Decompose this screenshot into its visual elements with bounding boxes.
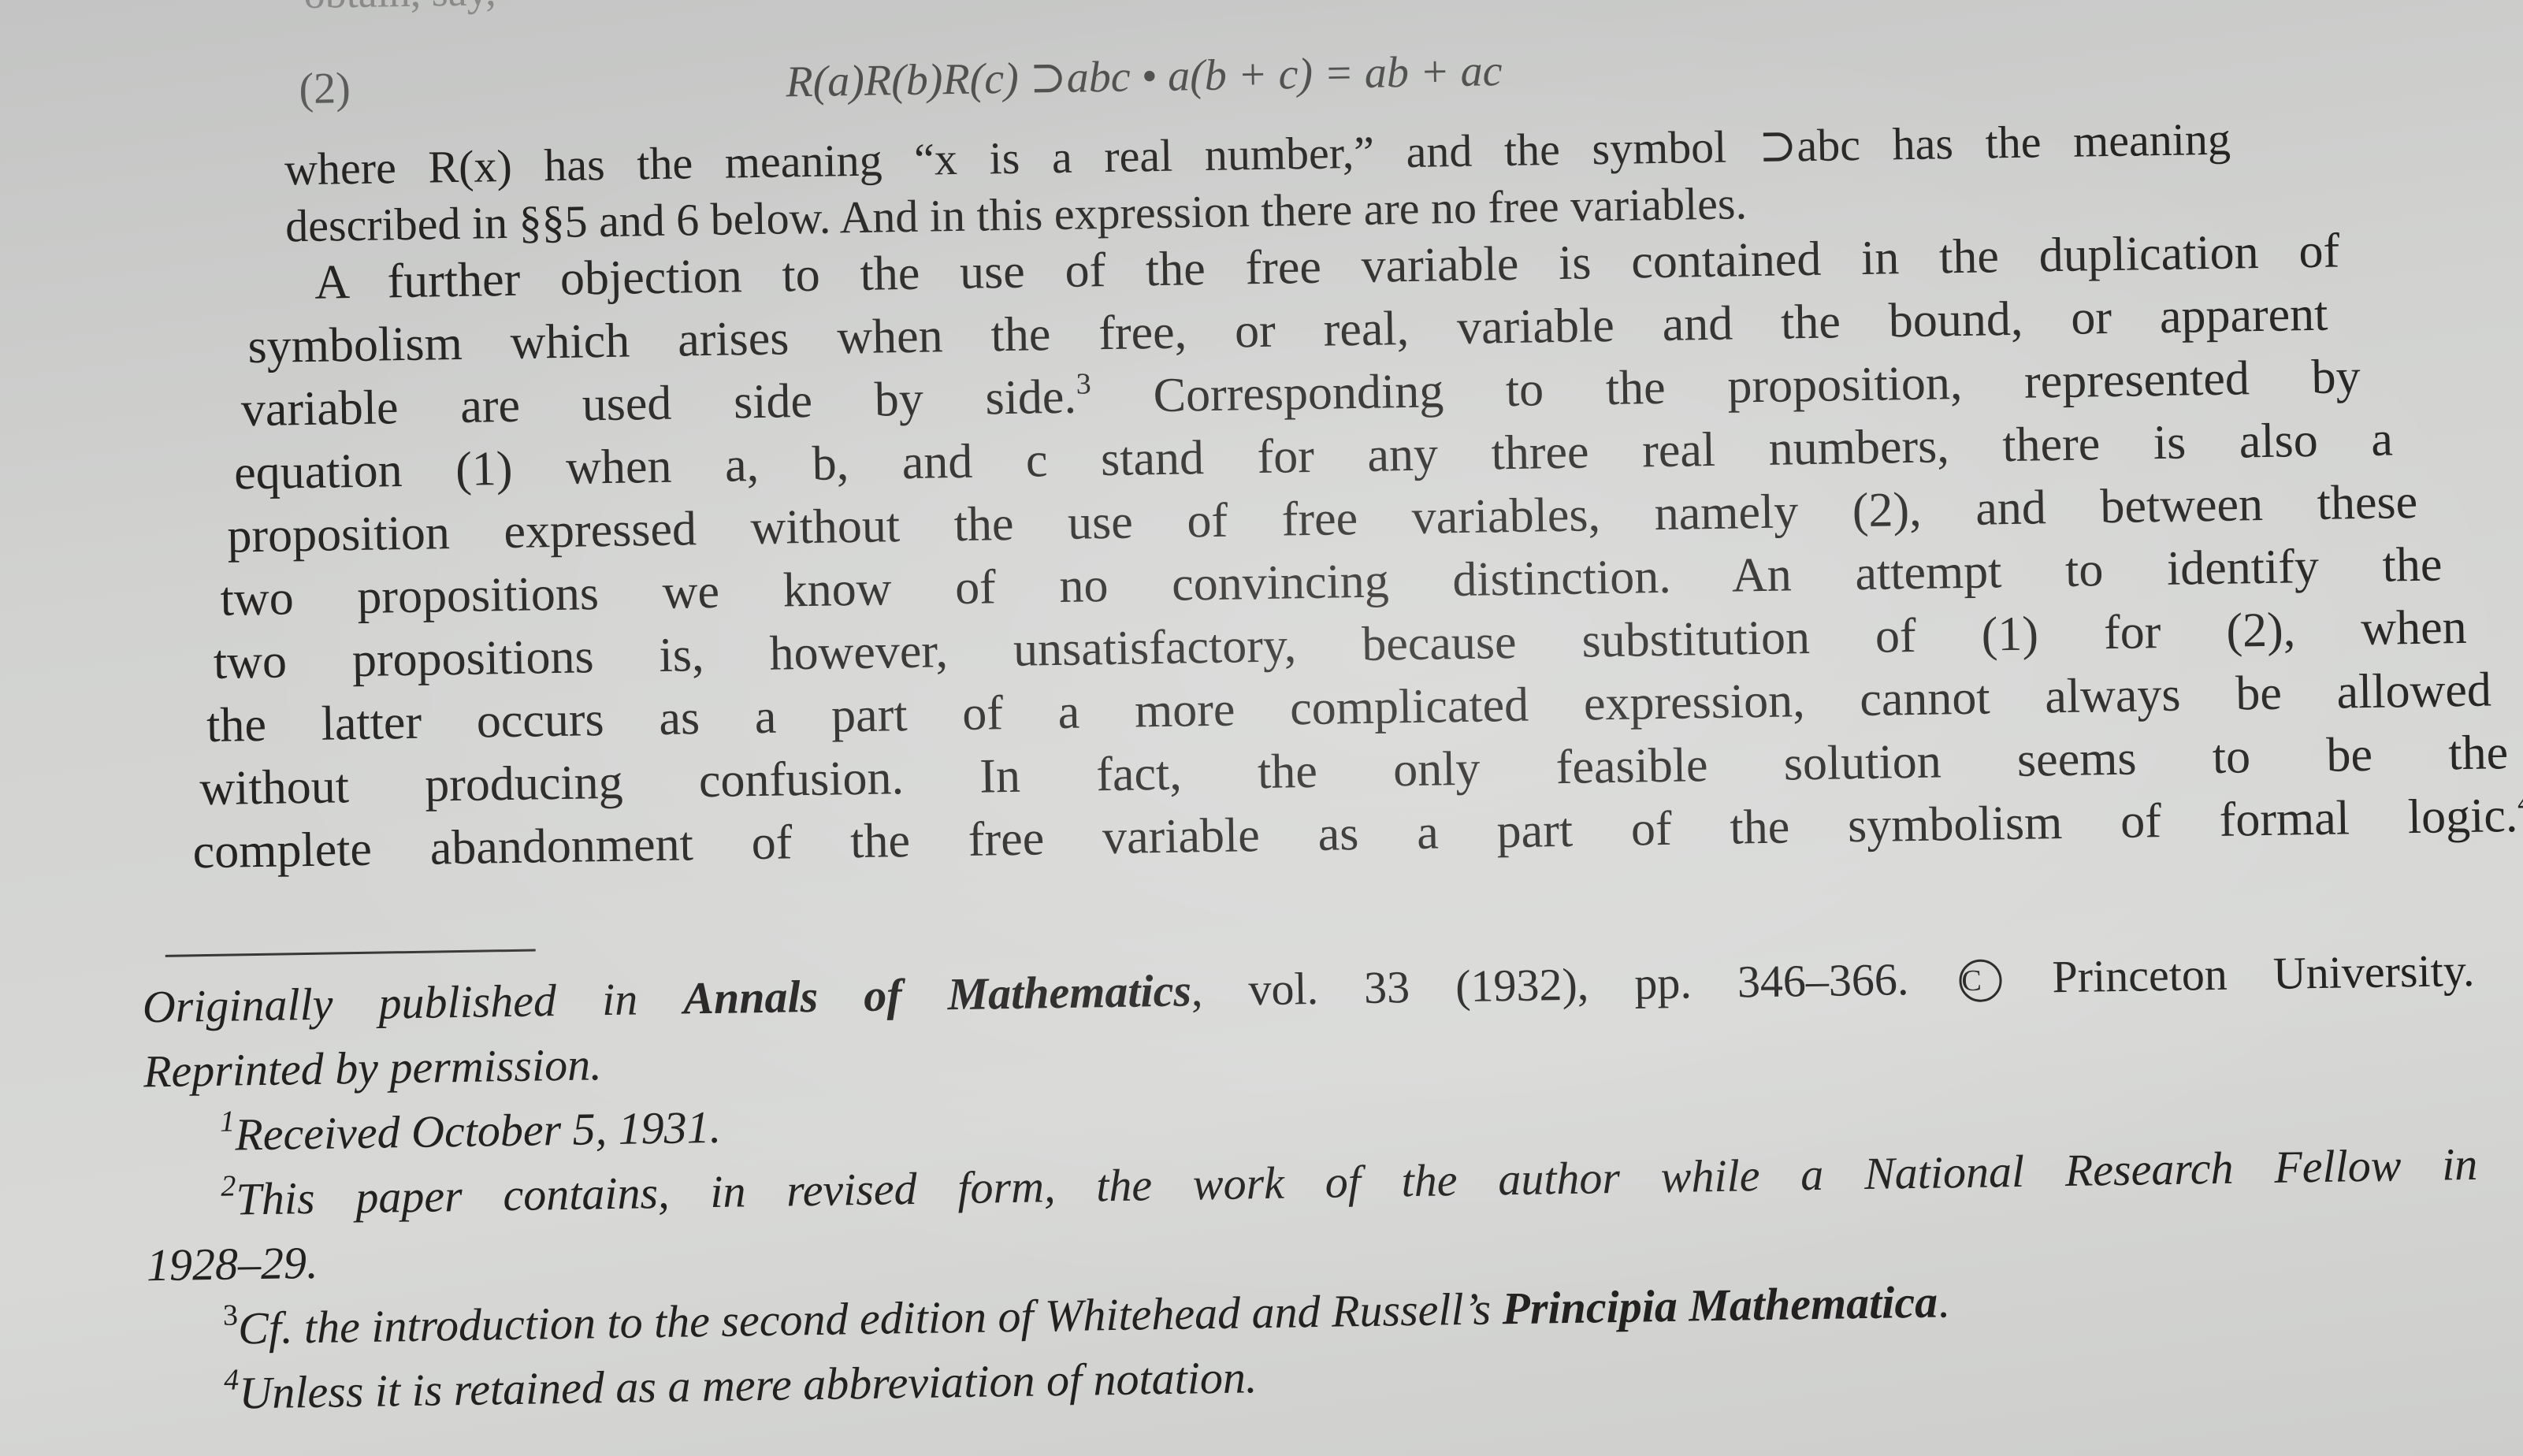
footnotes: Originally published in Annals of Mathem… bbox=[142, 938, 2481, 1427]
equation-expression: R(a)R(b)R(c) ⊃abc • a(b + c) = ab + ac bbox=[785, 46, 1503, 107]
publication-details: , vol. 33 (1932), pp. 346–366. bbox=[1191, 953, 1909, 1016]
footnote-ref-4: 4 bbox=[2517, 786, 2523, 819]
copyright-symbol: C bbox=[1959, 959, 2002, 1003]
publication-prefix: Originally published in bbox=[142, 973, 638, 1033]
page-content: obtain, say, (2) R(a)R(b)R(c) ⊃abc • a(b… bbox=[0, 0, 2523, 1456]
paragraph-objection: A further objection to the use of the fr… bbox=[192, 217, 2523, 882]
footnote-mark: 1 bbox=[219, 1105, 236, 1138]
text-segment: variable are used side by side. bbox=[240, 370, 1077, 437]
book-title: Principia Mathematica bbox=[1501, 1276, 1938, 1335]
footnote-end: . bbox=[1937, 1276, 1950, 1328]
footnote-mark: 2 bbox=[221, 1169, 236, 1203]
footnote-text: Received October 5, 1931. bbox=[234, 1101, 722, 1161]
footnote-text: Unless it is retained as a mere abbrevia… bbox=[238, 1351, 1258, 1419]
footnote-text: Cf. the introduction to the second editi… bbox=[237, 1283, 1492, 1354]
journal-title: Annals of Mathematics bbox=[682, 964, 1192, 1024]
equation-number: (2) bbox=[299, 64, 351, 114]
footnote-divider bbox=[165, 949, 536, 957]
book-page: obtain, say, (2) R(a)R(b)R(c) ⊃abc • a(b… bbox=[0, 0, 2523, 1456]
footnote-mark: 4 bbox=[223, 1363, 240, 1397]
footnote-mark: 3 bbox=[222, 1298, 239, 1332]
clipped-top-text: obtain, say, bbox=[303, 0, 496, 18]
copyright-holder: Princeton University. bbox=[2051, 944, 2475, 1003]
footnote-ref-3: 3 bbox=[1076, 367, 1091, 401]
